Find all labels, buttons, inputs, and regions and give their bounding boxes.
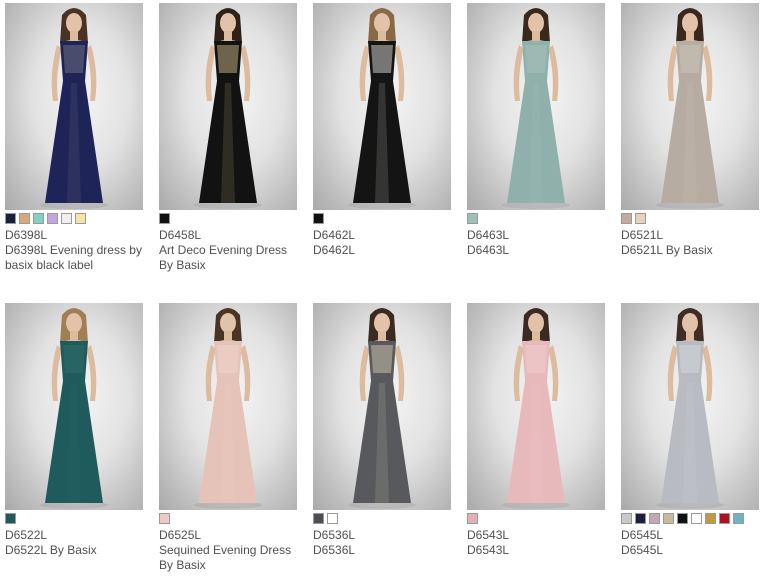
color-swatch[interactable] [327,513,338,524]
product-code: D6522L [5,528,48,542]
color-swatches [621,513,761,524]
dress-figure [40,8,108,209]
dress-figure [194,8,262,209]
product-name-link[interactable]: Art Deco Evening Dress By Basix [159,243,299,273]
color-swatch[interactable] [663,513,674,524]
color-swatch[interactable] [5,213,16,224]
product-card[interactable]: D6536L D6536L [313,303,453,558]
color-swatch[interactable] [621,513,632,524]
dress-figure [348,8,416,209]
product-name-link[interactable]: D6398L Evening dress by basix black labe… [5,243,145,273]
color-swatches [621,213,761,224]
product-grid: D6398L D6398L Evening dress by basix blac… [0,0,770,577]
color-swatch[interactable] [635,213,646,224]
product-name-link[interactable]: D6521L By Basix [621,243,761,258]
product-name-link[interactable]: D6462L [313,243,453,258]
color-swatches [159,513,299,524]
color-swatches [467,513,607,524]
product-image[interactable] [467,303,605,510]
dress-figure [194,308,262,509]
product-name-link[interactable]: Sequined Evening Dress By Basix [159,543,299,573]
color-swatches [159,213,299,224]
color-swatches [5,213,145,224]
color-swatch[interactable] [467,513,478,524]
product-code: D6525L [159,528,202,542]
color-swatches [313,513,453,524]
color-swatch[interactable] [621,213,632,224]
dress-figure [348,308,416,509]
dress-figure [502,8,570,209]
product-card[interactable]: D6462L D6462L [313,3,453,258]
product-name-link[interactable]: D6463L [467,243,607,258]
product-name-link[interactable]: D6543L [467,543,607,558]
product-card[interactable]: D6525L Sequined Evening Dress By Basix [159,303,299,573]
color-swatch[interactable] [705,513,716,524]
color-swatch[interactable] [159,513,170,524]
dress-figure [656,8,724,209]
color-swatch[interactable] [33,213,44,224]
product-image[interactable] [159,303,297,510]
product-image[interactable] [313,3,451,210]
color-swatch[interactable] [75,213,86,224]
dress-figure [656,308,724,509]
product-card[interactable]: D6521L D6521L By Basix [621,3,761,258]
product-name-link[interactable]: D6545L [621,543,761,558]
color-swatch[interactable] [733,513,744,524]
product-code: D6463L [467,228,510,242]
product-code: D6462L [313,228,356,242]
product-card[interactable]: D6463L D6463L [467,3,607,258]
product-image[interactable] [5,303,143,510]
product-name-link[interactable]: D6522L By Basix [5,543,145,558]
product-image[interactable] [621,303,759,510]
product-image[interactable] [5,3,143,210]
color-swatch[interactable] [313,213,324,224]
color-swatches [5,513,145,524]
product-code: D6398L [5,228,48,242]
product-code: D6521L [621,228,664,242]
product-code: D6543L [467,528,510,542]
product-image[interactable] [467,3,605,210]
product-image[interactable] [313,303,451,510]
color-swatch[interactable] [691,513,702,524]
color-swatch[interactable] [649,513,660,524]
product-card[interactable]: D6398L D6398L Evening dress by basix blac… [5,3,145,273]
color-swatch[interactable] [19,213,30,224]
product-name-link[interactable]: D6536L [313,543,453,558]
product-image[interactable] [159,3,297,210]
color-swatch[interactable] [677,513,688,524]
color-swatch[interactable] [635,513,646,524]
color-swatch[interactable] [61,213,72,224]
color-swatch[interactable] [719,513,730,524]
color-swatch[interactable] [313,513,324,524]
product-code: D6536L [313,528,356,542]
product-card[interactable]: D6522L D6522L By Basix [5,303,145,558]
color-swatches [313,213,453,224]
product-card[interactable]: D6543L D6543L [467,303,607,558]
color-swatch[interactable] [47,213,58,224]
color-swatch[interactable] [467,213,478,224]
dress-figure [502,308,570,509]
color-swatch[interactable] [159,213,170,224]
product-code: D6458L [159,228,202,242]
product-code: D6545L [621,528,664,542]
color-swatches [467,213,607,224]
color-swatch[interactable] [5,513,16,524]
product-image[interactable] [621,3,759,210]
product-card[interactable]: D6458L Art Deco Evening Dress By Basix [159,3,299,273]
product-card[interactable]: D6545L D6545L [621,303,761,558]
dress-figure [40,308,108,509]
